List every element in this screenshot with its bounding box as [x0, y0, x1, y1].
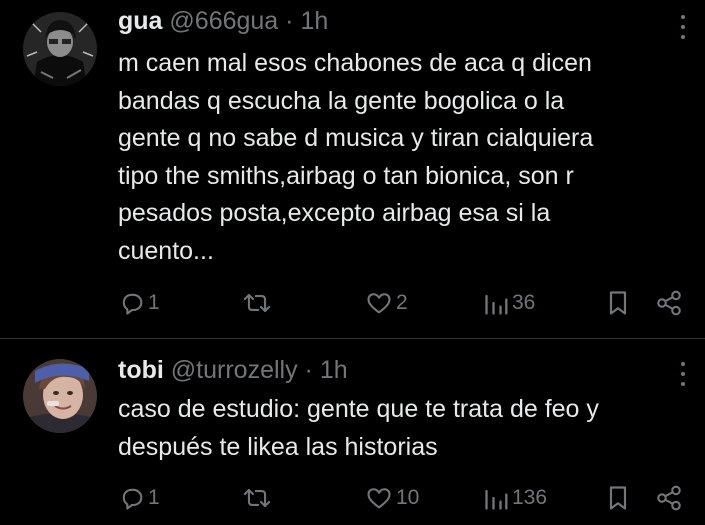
- avatar[interactable]: [23, 359, 97, 433]
- reply-count: 1: [148, 291, 160, 314]
- tweet-text-line: pesados posta,excepto airbag esa si la: [118, 199, 551, 227]
- share-button[interactable]: [655, 288, 683, 318]
- views-count: 36: [512, 291, 536, 314]
- tweet-text-line: cuento...: [118, 236, 214, 265]
- tweet-text-line: bandas q escucha la gente bogolica o la: [118, 86, 565, 115]
- share-icon: [657, 290, 681, 316]
- bookmark-icon: [609, 291, 627, 315]
- views-icon: [485, 489, 508, 510]
- tweet-text-line: gente q no sabe d musica y tiran cialqui…: [118, 124, 594, 152]
- timestamp[interactable]: 1h: [300, 7, 328, 35]
- bookmark-icon: [609, 486, 627, 510]
- tweet-text-line: después te likea las historias: [118, 432, 438, 461]
- separator-dot: ·: [285, 7, 294, 35]
- like-icon: [367, 488, 391, 509]
- like-count: 2: [396, 291, 408, 314]
- reply-icon: [122, 293, 143, 315]
- reply-icon: [122, 488, 143, 510]
- views-count: 136: [512, 486, 548, 509]
- reply-button[interactable]: 1: [118, 483, 160, 513]
- repost-icon: [243, 488, 271, 508]
- author-handle[interactable]: @turrozelly: [171, 356, 298, 384]
- reply-count: 1: [148, 486, 160, 509]
- more-icon[interactable]: [672, 12, 694, 42]
- more-icon[interactable]: [672, 359, 694, 389]
- like-button[interactable]: 2: [364, 288, 408, 318]
- tweet-text-line: m caen mal esos chabones de aca q dicen: [118, 49, 592, 77]
- tweet-header: gua @666gua · 1h: [118, 6, 328, 36]
- repost-button[interactable]: [242, 288, 274, 318]
- bookmark-button[interactable]: [606, 288, 630, 318]
- bookmark-button[interactable]: [606, 483, 630, 513]
- like-icon: [367, 293, 391, 314]
- share-button[interactable]: [655, 483, 683, 513]
- views-icon: [485, 294, 508, 315]
- tweet-text: caso de estudio: gente que te trata de f…: [118, 391, 693, 466]
- like-count: 10: [396, 486, 420, 509]
- action-bar: 1 10 136: [0, 483, 705, 513]
- tweet-text: m caen mal esos chabones de aca q dicen …: [118, 45, 693, 270]
- tweet-header: tobi @turrozelly · 1h: [118, 355, 348, 385]
- tweet[interactable]: tobi @turrozelly · 1h caso de estudio: g…: [0, 339, 705, 525]
- avatar-image: [23, 12, 97, 86]
- views-button[interactable]: 136: [484, 483, 547, 513]
- repost-icon: [243, 293, 271, 313]
- reply-button[interactable]: 1: [118, 288, 160, 318]
- tweet[interactable]: gua @666gua · 1h m caen mal esos chabone…: [0, 0, 705, 338]
- repost-button[interactable]: [242, 483, 274, 513]
- share-icon: [657, 485, 681, 511]
- timestamp[interactable]: 1h: [320, 356, 348, 384]
- tweet-text-line: caso de estudio: gente que te trata de f…: [118, 395, 599, 423]
- avatar[interactable]: [23, 12, 97, 86]
- author-name[interactable]: gua: [118, 7, 162, 35]
- avatar-image: [23, 359, 97, 433]
- like-button[interactable]: 10: [364, 483, 419, 513]
- views-button[interactable]: 36: [484, 288, 535, 318]
- author-name[interactable]: tobi: [118, 356, 164, 384]
- separator-dot: ·: [304, 356, 313, 384]
- tweet-text-line: tipo the smiths,airbag o tan bionica, so…: [118, 161, 574, 190]
- action-bar: 1 2 36: [0, 288, 705, 318]
- author-handle[interactable]: @666gua: [169, 7, 278, 35]
